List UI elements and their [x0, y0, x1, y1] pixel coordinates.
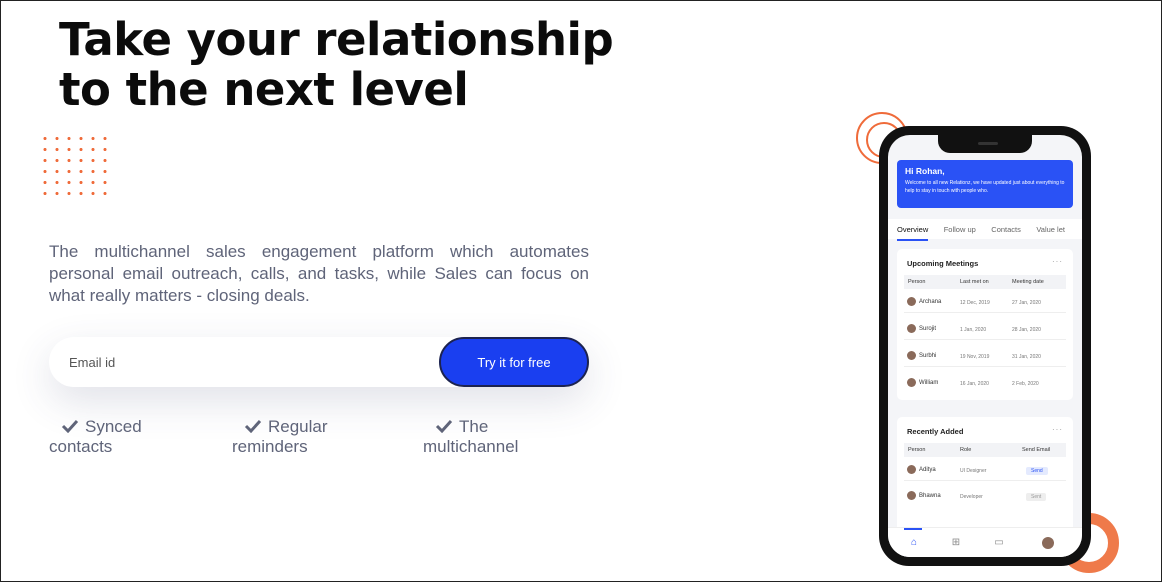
profile-avatar[interactable]	[1042, 537, 1054, 549]
check-icon	[435, 419, 453, 433]
feature-label-line1: Synced	[85, 417, 142, 436]
upcoming-meetings-card: Upcoming Meetings ··· Person Last met on…	[897, 249, 1073, 400]
avatar	[907, 351, 916, 360]
phone-screen: Hi Rohan, Welcome to all new Relationz, …	[888, 135, 1082, 557]
last-met-date: 19 Nov, 2019	[960, 354, 990, 360]
phone-mockup: Hi Rohan, Welcome to all new Relationz, …	[879, 126, 1091, 566]
sent-status-badge: Sent	[1026, 493, 1047, 501]
person-name: Archana	[919, 299, 942, 305]
person-role: UI Designer	[960, 468, 987, 474]
send-email-button[interactable]: Send	[1026, 467, 1048, 475]
person-name: Bhawna	[919, 493, 941, 499]
feature-label-line2: reminders	[232, 437, 308, 456]
feature-synced-contacts: Synced contacts	[49, 417, 179, 457]
meeting-date: 27 Jan, 2020	[1012, 300, 1041, 306]
column-header: Person	[908, 279, 926, 285]
avatar	[907, 465, 916, 474]
column-header: Last met on	[960, 279, 989, 285]
email-input[interactable]	[69, 337, 429, 387]
more-options-icon[interactable]: ···	[1052, 257, 1063, 266]
feature-label-line2: contacts	[49, 437, 113, 456]
last-met-date: 12 Dec, 2019	[960, 300, 990, 306]
person-name: Surbhi	[919, 353, 937, 359]
check-icon	[244, 419, 262, 433]
avatar	[907, 297, 916, 306]
card-title: Upcoming Meetings	[907, 259, 979, 268]
table-row[interactable]: Surbhi 19 Nov, 2019 31 Jan, 2020	[904, 345, 1066, 367]
more-options-icon[interactable]: ···	[1052, 425, 1063, 434]
phone-notch	[938, 135, 1032, 153]
person-name: Surojit	[919, 326, 937, 332]
avatar	[907, 378, 916, 387]
feature-multichannel: The multichannel	[423, 417, 553, 457]
hero-title: Take your relationship to the next level	[59, 15, 619, 115]
table-row[interactable]: William 16 Jan, 2020 2 Feb, 2020	[904, 372, 1066, 394]
home-icon[interactable]: ⌂	[908, 537, 920, 549]
landing-page: Take your relationship to the next level…	[0, 0, 1162, 582]
calendar-icon[interactable]: ▭	[993, 537, 1005, 549]
tab-follow-up[interactable]: Follow up	[944, 223, 976, 241]
tab-overview[interactable]: Overview	[897, 223, 929, 241]
meeting-date: 2 Feb, 2020	[1012, 381, 1039, 387]
meeting-date: 31 Jan, 2020	[1012, 354, 1041, 360]
active-nav-indicator	[904, 528, 922, 530]
welcome-banner: Hi Rohan, Welcome to all new Relationz, …	[897, 160, 1073, 208]
grid-icon[interactable]: ⊞	[950, 537, 962, 549]
email-signup-form: Try it for free	[49, 337, 589, 387]
last-met-date: 16 Jan, 2020	[960, 381, 989, 387]
try-free-button[interactable]: Try it for free	[439, 337, 589, 387]
table-header: Person Last met on Meeting date	[904, 275, 1066, 289]
person-role: Developer	[960, 494, 983, 500]
feature-label-line1: Regular	[268, 417, 328, 436]
table-row[interactable]: Bhawna Developer Sent	[904, 485, 1066, 507]
bottom-navigation: ⌂ ⊞ ▭	[888, 527, 1082, 557]
hero-title-line-2: to the next level	[59, 63, 469, 116]
column-header: Person	[908, 447, 926, 453]
card-title: Recently Added	[907, 427, 964, 436]
avatar	[907, 491, 916, 500]
meeting-date: 28 Jan, 2020	[1012, 327, 1041, 333]
table-row[interactable]: Archana 12 Dec, 2019 27 Jan, 2020	[904, 291, 1066, 313]
tab-value[interactable]: Value let	[1036, 223, 1065, 241]
hero-title-line-1: Take your relationship	[59, 13, 614, 66]
app-tabs: Overview Follow up Contacts Value let	[888, 219, 1082, 241]
avatar	[907, 324, 916, 333]
person-name: William	[919, 380, 939, 386]
last-met-date: 1 Jan, 2020	[960, 327, 987, 333]
column-header: Meeting date	[1012, 279, 1044, 285]
table-row[interactable]: Aditya UI Designer Send	[904, 459, 1066, 481]
decorative-dot-grid	[39, 133, 111, 199]
person-name: Aditya	[919, 467, 936, 473]
check-icon	[61, 419, 79, 433]
tab-contacts[interactable]: Contacts	[991, 223, 1021, 241]
feature-label-line2: multichannel	[423, 437, 519, 456]
welcome-message: Welcome to all new Relationz, we have up…	[905, 180, 1065, 194]
table-row[interactable]: Surojit 1 Jan, 2020 28 Jan, 2020	[904, 318, 1066, 340]
feature-regular-reminders: Regular reminders	[232, 417, 362, 457]
feature-label-line1: The	[459, 417, 489, 436]
table-header: Person Role Send Email	[904, 443, 1066, 457]
column-header: Role	[960, 447, 972, 453]
welcome-greeting: Hi Rohan,	[905, 166, 945, 176]
hero-subtitle: The multichannel sales engagement platfo…	[49, 242, 589, 305]
column-header: Send Email	[1022, 447, 1051, 453]
